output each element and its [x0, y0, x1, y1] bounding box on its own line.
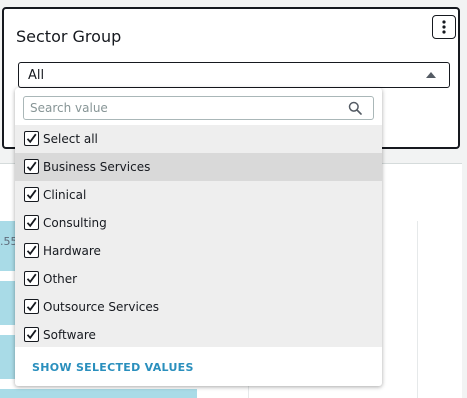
- checkmark-icon: [26, 273, 37, 284]
- checkbox[interactable]: [24, 327, 39, 342]
- option-label: Other: [43, 272, 78, 286]
- checkbox[interactable]: [24, 187, 39, 202]
- checkmark-icon: [26, 301, 37, 312]
- option-label: Outsource Services: [43, 300, 160, 314]
- select-value: All: [28, 68, 45, 83]
- option-outsource-services[interactable]: Outsource Services: [15, 293, 382, 321]
- checkbox[interactable]: [24, 159, 39, 174]
- option-clinical[interactable]: Clinical: [15, 181, 382, 209]
- option-label: Hardware: [43, 244, 101, 258]
- option-business-services[interactable]: Business Services: [15, 153, 382, 181]
- checkmark-icon: [26, 189, 37, 200]
- checkbox[interactable]: [24, 243, 39, 258]
- option-other[interactable]: Other: [15, 265, 382, 293]
- caret-up-icon: [426, 72, 436, 78]
- options-list: Select all Business Services Clinical Co…: [15, 125, 382, 347]
- option-hardware[interactable]: Hardware: [15, 237, 382, 265]
- checkmark-icon: [26, 217, 37, 228]
- checkmark-icon: [26, 161, 37, 172]
- checkmark-icon: [26, 245, 37, 256]
- background-divider: [417, 221, 418, 398]
- option-select-all[interactable]: Select all: [15, 125, 382, 153]
- filter-title: Sector Group: [16, 27, 122, 46]
- checkmark-icon: [26, 133, 37, 144]
- show-selected-values-link[interactable]: SHOW SELECTED VALUES: [32, 361, 194, 374]
- option-consulting[interactable]: Consulting: [15, 209, 382, 237]
- sector-group-select[interactable]: All: [18, 62, 450, 88]
- search-box[interactable]: [23, 96, 374, 120]
- option-label: Software: [43, 328, 96, 342]
- checkbox[interactable]: [24, 131, 39, 146]
- search-icon: [348, 101, 362, 115]
- checkbox[interactable]: [24, 215, 39, 230]
- option-label: Select all: [43, 132, 98, 146]
- dropdown-panel: Select all Business Services Clinical Co…: [15, 88, 382, 386]
- checkmark-icon: [26, 329, 37, 340]
- checkbox[interactable]: [24, 299, 39, 314]
- option-label: Clinical: [43, 188, 87, 202]
- more-options-button[interactable]: [432, 15, 456, 39]
- option-software[interactable]: Software: [15, 321, 382, 349]
- option-label: Business Services: [43, 160, 151, 174]
- vertical-ellipsis-icon: [442, 20, 446, 34]
- search-input[interactable]: [30, 99, 340, 117]
- option-label: Consulting: [43, 216, 107, 230]
- checkbox[interactable]: [24, 271, 39, 286]
